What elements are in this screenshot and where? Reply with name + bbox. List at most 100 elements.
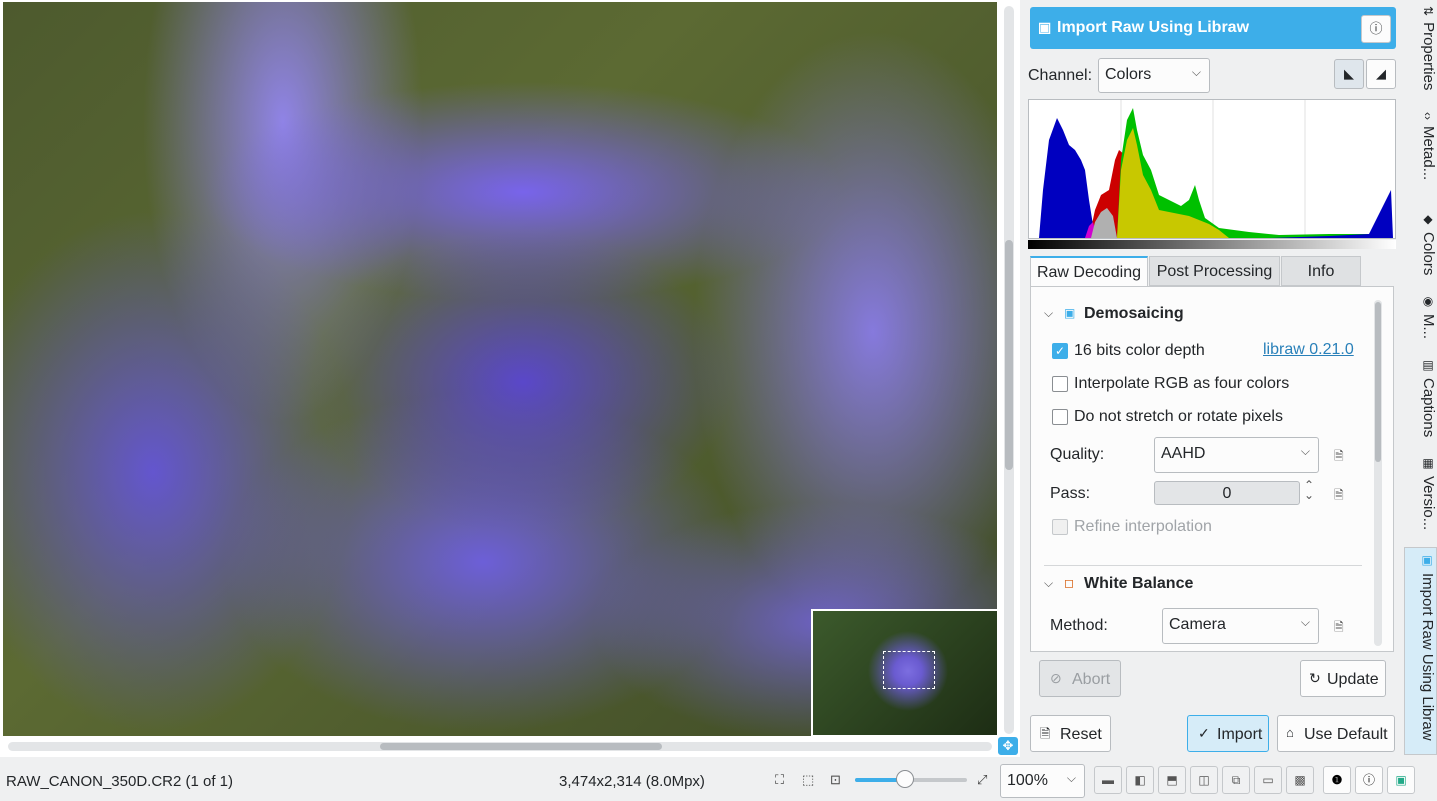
sidebar-tab-metadata[interactable]: ‹› Metad... bbox=[1405, 112, 1437, 204]
sidebar-tab-import-raw[interactable]: ▣ Import Raw Using Libraw bbox=[1404, 547, 1437, 755]
refine-interpolation-checkbox[interactable] bbox=[1052, 519, 1068, 535]
captions-icon: ▤ bbox=[1421, 358, 1435, 372]
channel-select[interactable]: Colors ⌵ bbox=[1098, 58, 1210, 93]
sidebar-tab-label: Versio... bbox=[1420, 476, 1437, 531]
use-default-label: Use Default bbox=[1304, 726, 1388, 743]
sidebar-tab-properties[interactable]: ⇅ Properties bbox=[1405, 6, 1437, 106]
status-filename: RAW_CANON_350D.CR2 (1 of 1) bbox=[6, 773, 234, 790]
linear-scale-button[interactable]: ◣ bbox=[1334, 59, 1364, 89]
preview-mode-original-icon[interactable]: ▬ bbox=[1094, 766, 1122, 794]
interpolate-rgb-checkbox[interactable] bbox=[1052, 376, 1068, 392]
versions-icon: ▦ bbox=[1421, 456, 1435, 470]
white-balance-title: White Balance bbox=[1084, 575, 1194, 592]
sidebar-tab-label: Colors bbox=[1420, 232, 1437, 276]
zoom-level-select[interactable]: 100% ⌵ bbox=[1000, 764, 1085, 798]
sidebar-tab-versions[interactable]: ▦ Versio... bbox=[1405, 456, 1437, 542]
preview-mode-split-horizontal-icon[interactable]: ⬒ bbox=[1158, 766, 1186, 794]
interpolate-rgb-label: Interpolate RGB as four colors bbox=[1074, 375, 1290, 392]
zoom-fit-icon[interactable]: ⛶ bbox=[775, 772, 784, 788]
viewer-vertical-scroll-thumb[interactable] bbox=[1005, 240, 1013, 470]
info-icon[interactable]: ⓘ bbox=[1361, 15, 1391, 43]
raw-camera-icon: ▣ bbox=[1038, 19, 1052, 35]
tab-raw-decoding[interactable]: Raw Decoding bbox=[1030, 256, 1148, 286]
underexposure-indicator-icon[interactable]: ❶ bbox=[1323, 766, 1351, 794]
quality-select[interactable]: AAHD ⌵ bbox=[1154, 437, 1319, 473]
channel-select-value: Colors bbox=[1105, 66, 1152, 83]
histogram-blue-tail bbox=[1269, 190, 1393, 238]
collapse-white-balance-icon[interactable]: ⌵ bbox=[1044, 576, 1053, 591]
pass-stepper-icon[interactable]: ⌃ ⌄ bbox=[1304, 479, 1314, 501]
settings-scroll-thumb[interactable] bbox=[1375, 302, 1381, 462]
document-icon: 🗎 bbox=[1040, 726, 1051, 741]
use-default-button[interactable]: ⌂ Use Default bbox=[1277, 715, 1395, 752]
navigator-selection-box[interactable] bbox=[883, 651, 935, 689]
update-button[interactable]: ↻ Update bbox=[1300, 660, 1386, 697]
preview-mode-split-vertical-icon[interactable]: ◧ bbox=[1126, 766, 1154, 794]
sidebar-tab-label: M... bbox=[1420, 314, 1437, 339]
pass-value: 0 bbox=[1222, 485, 1232, 502]
quality-select-value: AAHD bbox=[1161, 445, 1206, 462]
demosaicing-title: Demosaicing bbox=[1084, 305, 1184, 322]
sidebar-tab-map[interactable]: ◉ M... bbox=[1405, 294, 1437, 346]
chevron-down-icon: ⌵ bbox=[1066, 771, 1076, 785]
preview-mode-mask-icon[interactable]: ▩ bbox=[1286, 766, 1314, 794]
sidebar-tab-label: Captions bbox=[1420, 378, 1437, 438]
chevron-down-icon: ⌵ bbox=[1191, 65, 1201, 79]
pass-label: Pass: bbox=[1050, 485, 1091, 502]
import-label: Import bbox=[1217, 726, 1263, 743]
tab-post-processing[interactable]: Post Processing bbox=[1149, 256, 1280, 286]
tab-info[interactable]: Info bbox=[1281, 256, 1361, 286]
reset-button[interactable]: 🗎 Reset bbox=[1030, 715, 1111, 752]
preview-mode-side-by-side-icon[interactable]: ⧉ bbox=[1222, 766, 1250, 794]
checkmark-icon: ✓ bbox=[1198, 725, 1210, 741]
reset-pass-icon[interactable]: 🗎 bbox=[1334, 486, 1344, 507]
method-select[interactable]: Camera ⌵ bbox=[1162, 608, 1319, 644]
preview-mode-target-icon[interactable]: ▭ bbox=[1254, 766, 1282, 794]
histogram-blue-channel bbox=[1039, 118, 1097, 238]
preview-mode-compare-icon[interactable]: ◫ bbox=[1190, 766, 1218, 794]
method-label: Method: bbox=[1050, 617, 1108, 634]
chevron-down-icon: ⌵ bbox=[1300, 615, 1310, 629]
overexposure-indicator-icon[interactable]: ⓘ bbox=[1355, 766, 1383, 794]
home-icon: ⌂ bbox=[1286, 725, 1294, 740]
viewer-horizontal-scroll-thumb[interactable] bbox=[380, 743, 662, 750]
reset-method-icon[interactable]: 🗎 bbox=[1334, 618, 1344, 639]
color-managed-view-icon[interactable]: ▣ bbox=[1387, 766, 1415, 794]
log-scale-button[interactable]: ◢ bbox=[1366, 59, 1396, 89]
histogram-gradient-bar bbox=[1028, 240, 1396, 249]
histogram bbox=[1028, 99, 1396, 239]
image-viewer[interactable]: ✥ bbox=[0, 0, 1020, 757]
method-select-value: Camera bbox=[1169, 616, 1226, 633]
collapse-demosaicing-icon[interactable]: ⌵ bbox=[1044, 306, 1053, 321]
sidebar-tab-captions[interactable]: ▤ Captions bbox=[1405, 358, 1437, 448]
zoom-max-icon[interactable]: ⤢ bbox=[977, 772, 987, 788]
reset-quality-icon[interactable]: 🗎 bbox=[1334, 447, 1344, 468]
navigator-toggle-icon[interactable]: ✥ bbox=[998, 737, 1018, 755]
sidebar-tab-label: Metad... bbox=[1420, 126, 1437, 181]
no-stretch-checkbox[interactable] bbox=[1052, 409, 1068, 425]
bits-depth-checkbox[interactable]: ✓ bbox=[1052, 343, 1068, 359]
globe-icon: ◉ bbox=[1421, 294, 1435, 308]
no-stretch-label: Do not stretch or rotate pixels bbox=[1074, 408, 1283, 425]
histogram-yellow-channel bbox=[1117, 128, 1229, 238]
abort-button[interactable]: ⊘ Abort bbox=[1039, 660, 1121, 697]
sidebar-tab-label: Import Raw Using Libraw bbox=[1419, 573, 1436, 741]
sidebar-tab-colors[interactable]: ◆ Colors bbox=[1405, 212, 1437, 284]
zoom-selection-icon[interactable]: ⊡ bbox=[830, 772, 841, 788]
pass-spinbox[interactable]: 0 bbox=[1154, 481, 1300, 505]
update-label: Update bbox=[1327, 671, 1379, 688]
white-balance-icon: ◻ bbox=[1064, 576, 1074, 590]
bits-depth-label: 16 bits color depth bbox=[1074, 342, 1205, 359]
tool-title-bar: ▣ Import Raw Using Libraw bbox=[1030, 7, 1396, 49]
status-dimensions: 3,474x2,314 (8.0Mpx) bbox=[559, 773, 705, 790]
color-drop-icon: ◆ bbox=[1421, 212, 1435, 226]
refresh-icon: ↻ bbox=[1309, 670, 1321, 686]
import-button[interactable]: ✓ Import bbox=[1187, 715, 1269, 752]
code-icon: ‹› bbox=[1421, 112, 1435, 120]
chevron-down-icon: ⌵ bbox=[1300, 444, 1310, 458]
libraw-version-link[interactable]: libraw 0.21.0 bbox=[1263, 341, 1354, 359]
zoom-100-icon[interactable]: ⬚ bbox=[802, 772, 814, 788]
abort-label: Abort bbox=[1072, 671, 1111, 688]
zoom-slider-handle[interactable] bbox=[896, 770, 915, 788]
tool-title: Import Raw Using Libraw bbox=[1057, 19, 1250, 36]
